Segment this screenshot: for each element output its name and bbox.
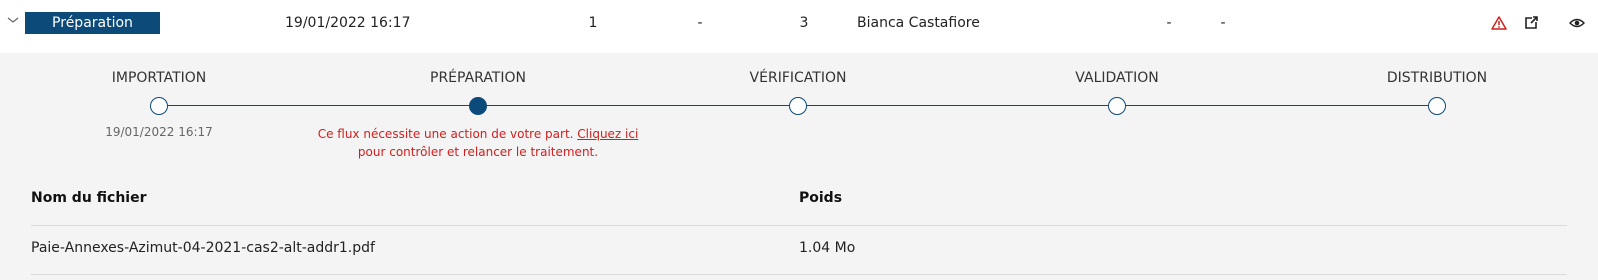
step-label-distribution: DISTRIBUTION: [1386, 70, 1488, 86]
flow-count-a: 1: [588, 15, 598, 31]
click-here-link[interactable]: Cliquez ici: [577, 127, 638, 141]
import-date: 19/01/2022 16:17: [105, 125, 213, 139]
message-text-after: pour contrôler et relancer le traitement…: [357, 145, 599, 159]
table-row[interactable]: Paie-Annexes-Azimut-04-2021-cas2-alt-add…: [31, 226, 1567, 275]
file-size: 1.04 Mo: [799, 240, 856, 256]
step-dot-importation[interactable]: [150, 97, 168, 115]
external-link-icon[interactable]: [1522, 14, 1540, 32]
status-badge: Préparation: [25, 12, 160, 34]
flow-value-a: -: [697, 15, 703, 31]
step-label-preparation: PRÉPARATION: [430, 70, 526, 86]
step-label-importation: IMPORTATION: [111, 70, 207, 86]
flow-user: Bianca Castafiore: [857, 15, 980, 31]
flow-date: 19/01/2022 16:17: [285, 15, 411, 31]
step-dot-validation[interactable]: [1108, 97, 1126, 115]
files-table: Nom du fichier Poids Paie-Annexes-Azimut…: [31, 176, 1567, 275]
flow-detail-panel: IMPORTATION PRÉPARATION VÉRIFICATION VAL…: [0, 53, 1598, 280]
step-dot-preparation[interactable]: [469, 97, 487, 115]
message-text-before: Ce flux nécessite une action de votre pa…: [317, 127, 578, 141]
header-file-size: Poids: [799, 190, 843, 206]
step-dot-distribution[interactable]: [1428, 97, 1446, 115]
warning-icon[interactable]: [1490, 14, 1508, 32]
workflow-stepper: IMPORTATION PRÉPARATION VÉRIFICATION VAL…: [0, 53, 1598, 173]
flow-row-header: Préparation 19/01/2022 16:17 1 - 3 Bianc…: [0, 0, 1598, 53]
step-label-verification: VÉRIFICATION: [749, 70, 847, 86]
flow-count-b: 3: [799, 15, 809, 31]
step-label-validation: VALIDATION: [1075, 70, 1159, 86]
step-dot-verification[interactable]: [789, 97, 807, 115]
flow-value-b: -: [1166, 15, 1172, 31]
flow-value-c: -: [1220, 15, 1226, 31]
action-required-message: Ce flux nécessite une action de votre pa…: [308, 125, 648, 161]
eye-icon[interactable]: [1568, 14, 1586, 32]
files-table-header: Nom du fichier Poids: [31, 176, 1567, 226]
file-name: Paie-Annexes-Azimut-04-2021-cas2-alt-add…: [31, 240, 375, 256]
chevron-down-icon[interactable]: [6, 12, 20, 26]
header-file-name: Nom du fichier: [31, 190, 147, 206]
